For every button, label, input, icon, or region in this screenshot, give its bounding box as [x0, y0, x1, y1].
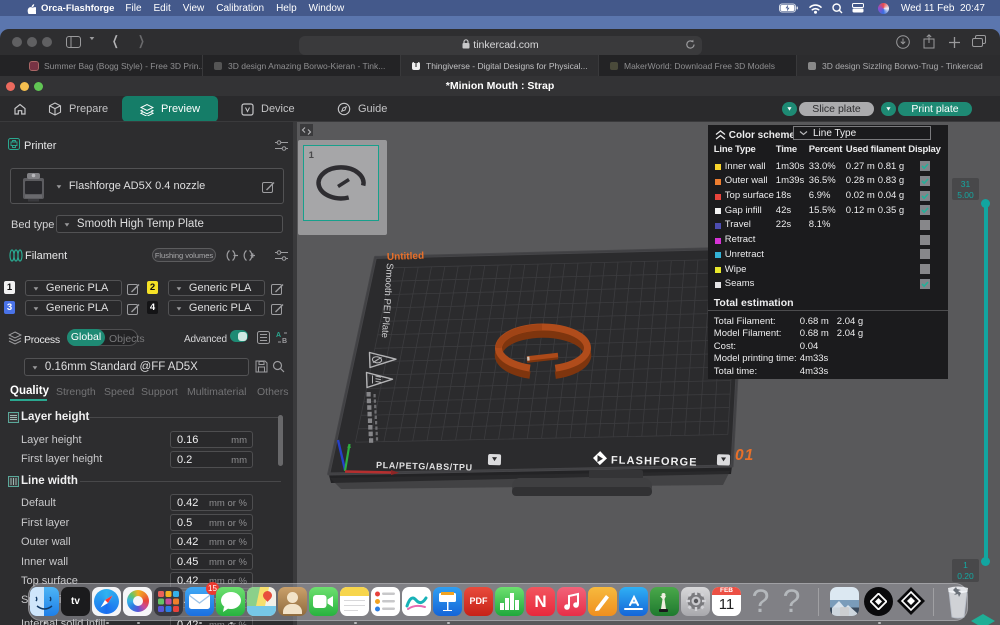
- svg-text:A: A: [276, 332, 281, 339]
- svg-text:B: B: [282, 338, 287, 344]
- svg-text:Untitled: Untitled: [387, 251, 425, 263]
- svg-text:01: 01: [735, 447, 754, 464]
- svg-text:FLASHFORGE: FLASHFORGE: [611, 454, 698, 468]
